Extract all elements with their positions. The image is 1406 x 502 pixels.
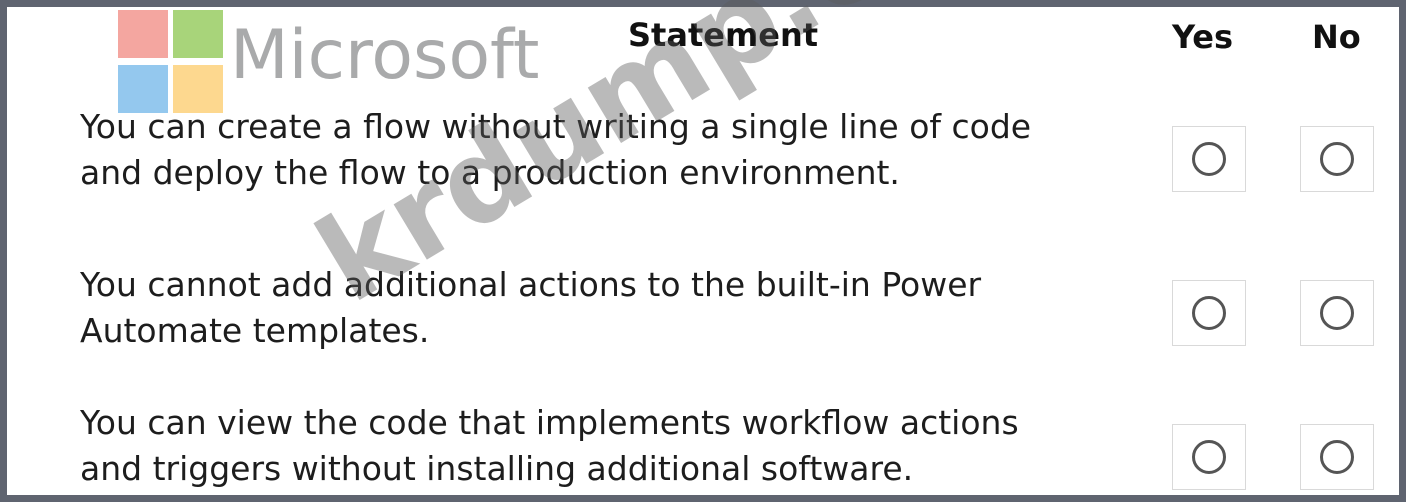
- statement-text-line: You cannot add additional actions to the…: [80, 265, 982, 304]
- microsoft-logo-icon: [118, 10, 224, 114]
- logo-red-square: [118, 10, 168, 58]
- statement-row-3: You can view the code that implements wo…: [80, 400, 1140, 492]
- column-header-statement: Statement: [628, 16, 819, 54]
- statement-text-line: and triggers without installing addition…: [80, 449, 914, 488]
- statement-text-line: Automate templates.: [80, 311, 430, 350]
- column-header-yes: Yes: [1172, 18, 1233, 56]
- statement-row-1: You can create a flow without writing a …: [80, 104, 1140, 196]
- row-1-no-option[interactable]: [1300, 126, 1374, 192]
- radio-button-unselected-icon[interactable]: [1320, 440, 1354, 474]
- radio-button-unselected-icon[interactable]: [1192, 440, 1226, 474]
- statement-text-line: and deploy the flow to a production envi…: [80, 153, 900, 192]
- row-2-no-option[interactable]: [1300, 280, 1374, 346]
- statement-text-line: You can create a flow without writing a …: [80, 107, 1032, 146]
- statement-row-2: You cannot add additional actions to the…: [80, 262, 1140, 354]
- column-header-no: No: [1312, 18, 1361, 56]
- logo-wordmark: Microsoft: [230, 16, 540, 95]
- radio-button-unselected-icon[interactable]: [1192, 142, 1226, 176]
- radio-button-unselected-icon[interactable]: [1192, 296, 1226, 330]
- row-2-yes-option[interactable]: [1172, 280, 1246, 346]
- logo-green-square: [173, 10, 223, 58]
- radio-button-unselected-icon[interactable]: [1320, 142, 1354, 176]
- radio-button-unselected-icon[interactable]: [1320, 296, 1354, 330]
- row-3-no-option[interactable]: [1300, 424, 1374, 490]
- statement-text-line: You can view the code that implements wo…: [80, 403, 1019, 442]
- row-3-yes-option[interactable]: [1172, 424, 1246, 490]
- row-1-yes-option[interactable]: [1172, 126, 1246, 192]
